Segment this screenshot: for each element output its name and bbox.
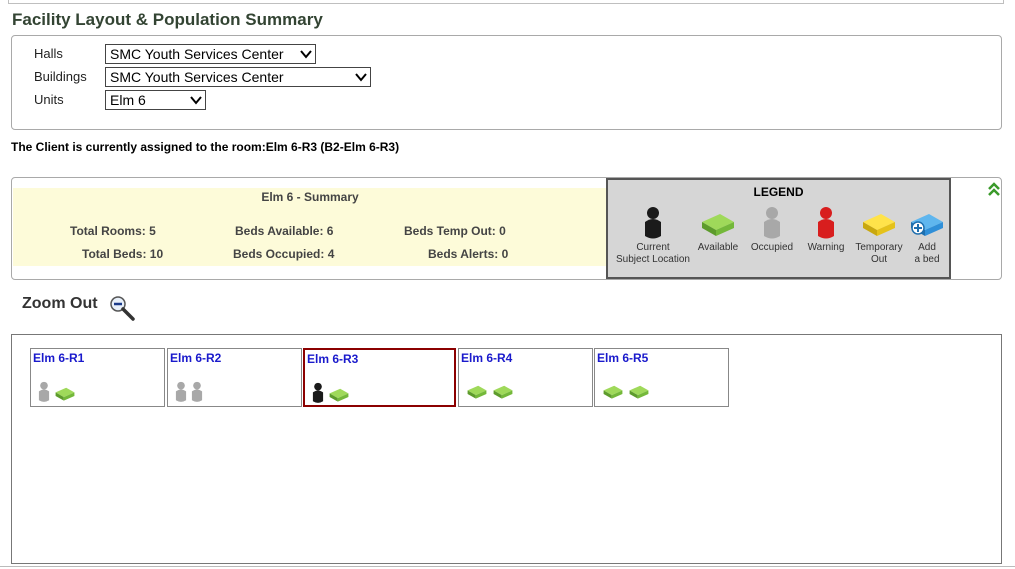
halls-select[interactable]: SMC Youth Services Center (105, 44, 316, 64)
halls-select-value: SMC Youth Services Center (110, 46, 284, 62)
available-bed-icon[interactable] (627, 381, 651, 401)
room-name-link[interactable]: Elm 6-R1 (33, 351, 84, 365)
temporary-out-bed-icon (863, 214, 895, 236)
legend-label: Add a bed (914, 242, 940, 265)
legend-label: Warning (807, 242, 845, 253)
available-bed-icon[interactable] (601, 381, 625, 401)
add-bed-icon[interactable] (909, 206, 945, 240)
summary-stats: Elm 6 - Summary Total Rooms: 5 Total Bed… (13, 188, 607, 266)
beds-occupied-stat: Beds Occupied: 4 (233, 247, 335, 261)
occupied-person-icon (764, 207, 780, 239)
legend-title: LEGEND (753, 185, 804, 199)
buildings-select[interactable]: SMC Youth Services Center (105, 67, 371, 87)
zoom-out-label[interactable]: Zoom Out (22, 295, 98, 313)
chevron-down-icon (190, 96, 202, 105)
occupied-person-icon[interactable] (190, 381, 204, 403)
legend-label: Current Subject Location (616, 242, 690, 265)
page-title: Facility Layout & Population Summary (12, 10, 323, 29)
units-label: Units (34, 92, 64, 107)
legend-occupied: Occupied (746, 206, 798, 254)
legend-temporary-out: Temporary Out (852, 206, 906, 266)
room-bed-icons (465, 381, 515, 401)
room-card-r3[interactable]: Elm 6-R3 (303, 348, 456, 407)
room-card-r5[interactable]: Elm 6-R5 (594, 348, 729, 407)
room-bed-icons (37, 381, 77, 403)
legend-label: Occupied (750, 242, 794, 253)
legend-add-bed: Add a bed (902, 206, 952, 266)
beds-alerts-stat: Beds Alerts: 0 (428, 247, 509, 261)
buildings-select-value: SMC Youth Services Center (110, 69, 284, 85)
available-bed-icon[interactable] (491, 381, 515, 401)
legend-warning: Warning (800, 206, 852, 254)
collapse-chevrons-icon[interactable] (986, 181, 1002, 197)
filter-panel: Halls SMC Youth Services Center Building… (11, 35, 1002, 130)
buildings-label: Buildings (34, 69, 87, 84)
total-beds-stat: Total Beds: 10 (82, 247, 164, 261)
room-bed-icons (601, 381, 651, 401)
available-bed-icon[interactable] (465, 381, 489, 401)
units-select[interactable]: Elm 6 (105, 90, 206, 110)
chevron-down-icon (300, 50, 312, 59)
total-rooms-stat: Total Rooms: 5 (70, 224, 156, 238)
beds-available-stat: Beds Available: 6 (235, 224, 334, 238)
room-bed-icons (311, 382, 351, 404)
warning-person-icon (818, 207, 834, 239)
current-subject-person-icon (645, 207, 661, 239)
top-frame-edge (8, 0, 1004, 4)
client-assignment-text: The Client is currently assigned to the … (11, 140, 400, 154)
available-bed-icon (702, 214, 734, 236)
room-name-link[interactable]: Elm 6-R5 (597, 351, 648, 365)
bottom-frame-edge (0, 566, 1015, 567)
legend-available: Available (692, 206, 744, 254)
summary-title: Elm 6 - Summary (261, 190, 359, 204)
occupied-person-icon[interactable] (174, 381, 188, 403)
available-bed-icon[interactable] (327, 384, 351, 404)
legend-label: Temporary Out (855, 242, 903, 265)
room-card-r1[interactable]: Elm 6-R1 (30, 348, 165, 407)
legend-current-subject: Current Subject Location (615, 206, 691, 266)
units-select-value: Elm 6 (110, 92, 146, 108)
legend-label: Available (697, 242, 739, 253)
chevron-down-icon (355, 73, 367, 82)
room-name-link[interactable]: Elm 6-R2 (170, 351, 221, 365)
room-card-r4[interactable]: Elm 6-R4 (458, 348, 593, 407)
occupied-person-icon[interactable] (37, 381, 51, 403)
zoom-out-icon[interactable] (108, 294, 136, 322)
room-name-link[interactable]: Elm 6-R4 (461, 351, 512, 365)
room-name-link[interactable]: Elm 6-R3 (307, 352, 358, 366)
halls-label: Halls (34, 46, 63, 61)
legend-panel: LEGEND Current Subject Location Available… (606, 178, 951, 279)
current-subject-person-icon[interactable] (311, 382, 325, 404)
room-bed-icons (174, 381, 204, 403)
unit-summary-panel: Elm 6 - Summary Total Rooms: 5 Total Bed… (11, 177, 1002, 280)
beds-temp-out-stat: Beds Temp Out: 0 (404, 224, 506, 238)
available-bed-icon[interactable] (53, 383, 77, 403)
room-layout-area: Elm 6-R1 Elm 6-R2 Elm 6-R3 Elm 6-R4 Elm … (11, 334, 1002, 564)
room-card-r2[interactable]: Elm 6-R2 (167, 348, 302, 407)
